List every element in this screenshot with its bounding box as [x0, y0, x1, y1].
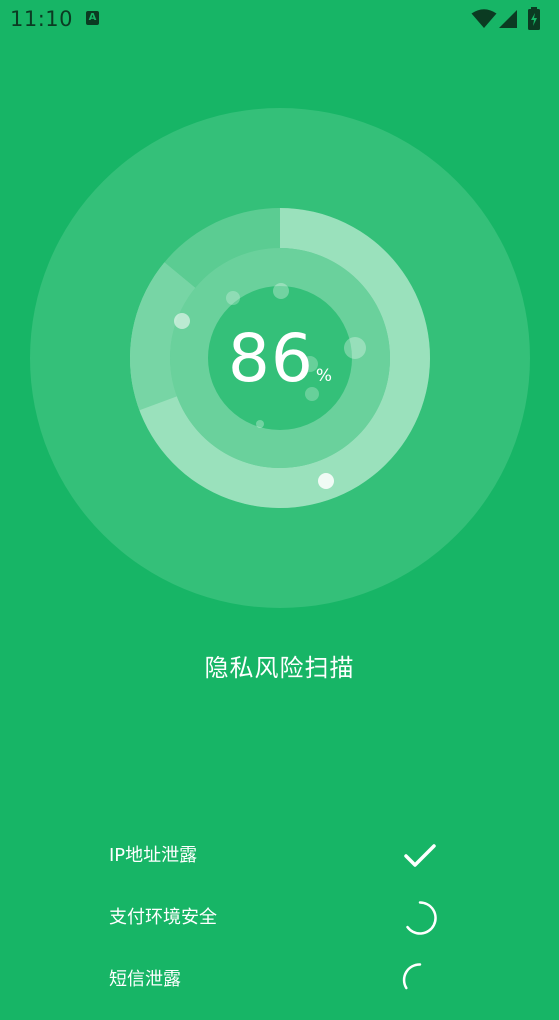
check-icon	[404, 844, 436, 867]
scan-item-label: 短信泄露	[109, 969, 181, 990]
battery-charging-icon	[528, 7, 540, 30]
scan-item-label: 支付环境安全	[109, 907, 217, 928]
gauge-particle	[273, 283, 289, 299]
loading-spinner-icon	[406, 901, 437, 935]
status-time: 11:10	[10, 7, 74, 31]
gauge-particle	[174, 313, 190, 329]
scan-title: 隐私风险扫描	[204, 654, 355, 682]
wifi-icon	[471, 9, 497, 28]
status-icons	[471, 7, 551, 31]
gauge-particle	[318, 473, 334, 489]
gauge-particle	[344, 337, 366, 359]
scan-item-ip-leak: IP地址泄露	[109, 834, 439, 896]
scan-item-sms-leak: 短信泄露	[109, 958, 439, 1020]
gauge-core	[208, 286, 352, 430]
scan-item-label: IP地址泄露	[109, 845, 198, 866]
scan-item-list: IP地址泄露 支付环境安全 短信泄露	[109, 834, 439, 1020]
gauge-particle	[302, 356, 318, 372]
cell-signal-icon	[499, 10, 517, 28]
notification-a-icon: A	[86, 11, 99, 25]
gauge-graphic	[30, 108, 530, 608]
scan-item-payment-env: 支付环境安全	[109, 896, 439, 958]
gauge-particle	[256, 420, 264, 428]
scan-progress-gauge: 86 %	[30, 108, 530, 608]
gauge-particle	[226, 291, 240, 305]
status-bar: 11:10 A	[0, 0, 559, 38]
gauge-particle	[305, 387, 319, 401]
